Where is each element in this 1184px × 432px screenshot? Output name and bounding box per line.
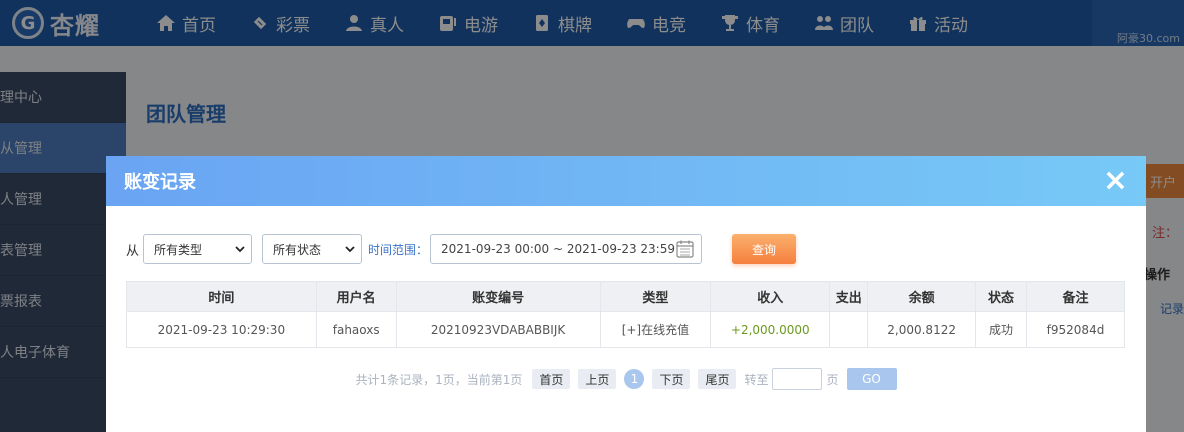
col-type: 类型: [599, 281, 712, 312]
type-select[interactable]: 所有类型: [143, 234, 253, 264]
pager-goto-label: 转至: [744, 372, 769, 387]
filter-bar: 从 所有类型 所有状态 时间范围： 2021-09-23 00:00 ~ 202…: [126, 234, 797, 264]
close-icon[interactable]: ×: [1103, 166, 1128, 196]
pager-go-button[interactable]: GO: [846, 368, 897, 390]
cell-serial: 20210923VDABABBIJK: [395, 311, 601, 348]
type-select-value: 所有类型: [154, 242, 203, 257]
query-button[interactable]: 查询: [732, 234, 797, 264]
cell-time: 2021-09-23 10:29:30: [126, 311, 317, 348]
pager-summary: 共计1条记录，1页，当前第1页: [355, 372, 523, 387]
cell-remark: f952084d: [1026, 311, 1125, 348]
pager-first-button[interactable]: 首页: [532, 369, 571, 389]
col-expense: 支出: [829, 281, 869, 312]
table-header-row: 时间 用户名 账变编号 类型 收入 支出 余额 状态 备注: [126, 281, 1125, 312]
from-label: 从: [126, 243, 140, 259]
cell-username: fahaoxs: [315, 311, 397, 348]
col-serial: 账变编号: [395, 281, 601, 312]
col-balance: 余额: [867, 281, 977, 312]
pager-last-button[interactable]: 尾页: [698, 369, 737, 389]
col-time: 时间: [126, 281, 317, 312]
chevron-down-icon: [345, 246, 355, 253]
col-income: 收入: [710, 281, 831, 312]
table-row: 2021-09-23 10:29:30 fahaoxs 20210923VDAB…: [126, 311, 1125, 348]
calendar-icon[interactable]: [675, 239, 695, 259]
date-range-value: 2021-09-23 00:00 ~ 2021-09-23 23:59: [441, 242, 675, 256]
chevron-down-icon: [235, 246, 245, 253]
col-remark: 备注: [1026, 281, 1125, 312]
time-range-label: 时间范围：: [368, 242, 429, 257]
pagination: 共计1条记录，1页，当前第1页 首页 上页 1 下页 尾页 转至 页 GO: [106, 368, 1146, 390]
cell-expense: [829, 311, 869, 348]
date-range-input[interactable]: 2021-09-23 00:00 ~ 2021-09-23 23:59: [430, 234, 703, 264]
account-change-modal: 账变记录 × 从 所有类型 所有状态 时间范围： 2021-09-23 00:0…: [106, 156, 1146, 432]
pager-page-unit: 页: [826, 372, 839, 387]
cell-status: 成功: [975, 311, 1028, 348]
status-select[interactable]: 所有状态: [262, 234, 363, 264]
cell-balance: 2,000.8122: [867, 311, 977, 348]
cell-income: +2,000.0000: [710, 311, 831, 348]
cell-type: [+]在线充值: [599, 311, 712, 348]
modal-title: 账变记录: [124, 172, 196, 193]
col-status: 状态: [975, 281, 1028, 312]
pager-next-button[interactable]: 下页: [652, 369, 691, 389]
pager-prev-button[interactable]: 上页: [578, 369, 617, 389]
modal-header: 账变记录 ×: [106, 156, 1146, 206]
records-table: 时间 用户名 账变编号 类型 收入 支出 余额 状态 备注 2021-09-23…: [126, 281, 1125, 348]
status-select-value: 所有状态: [273, 242, 322, 257]
pager-current-page[interactable]: 1: [624, 369, 645, 389]
pager-goto-input[interactable]: [772, 368, 823, 390]
col-username: 用户名: [315, 281, 397, 312]
